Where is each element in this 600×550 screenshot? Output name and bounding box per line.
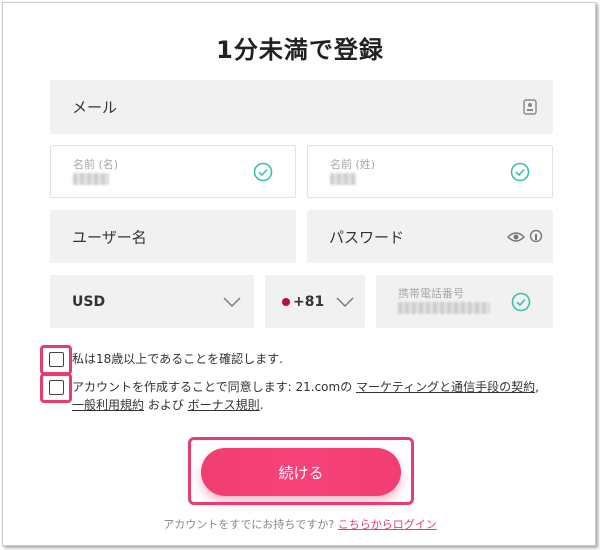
eye-icon[interactable] — [507, 231, 525, 243]
chevron-down-icon — [223, 297, 241, 307]
age-confirm-text: 私は18歳以上であることを確認します. — [72, 352, 283, 366]
last-name-field[interactable]: 名前 (姓) — [307, 145, 553, 198]
email-label: メール — [72, 98, 118, 117]
check-circle-icon — [510, 162, 530, 181]
last-name-label: 名前 (姓) — [330, 158, 376, 171]
password-field[interactable]: パスワード — [307, 210, 553, 263]
contact-card-icon — [523, 99, 537, 115]
continue-button[interactable]: 続ける — [201, 448, 401, 496]
password-label: パスワード — [329, 228, 405, 246]
continue-button-highlight: 続ける — [188, 437, 414, 505]
phone-field[interactable]: 携帯電話番号 — [376, 275, 553, 328]
page-title: 1分未満で登録 — [216, 36, 384, 64]
check-circle-icon — [511, 292, 531, 311]
check-circle-icon — [253, 162, 273, 181]
marketing-agreement-link[interactable]: マーケティングと通信手段の契約 — [356, 380, 535, 394]
phone-value-redacted — [398, 302, 490, 314]
phone-label: 携帯電話番号 — [398, 287, 464, 300]
terms-text: アカウントを作成することで同意します: 21.comの マーケティングと通信手段… — [72, 378, 552, 414]
currency-select[interactable]: USD — [50, 275, 254, 328]
age-confirm-checkbox[interactable] — [49, 352, 64, 367]
terms-separator: , — [535, 380, 539, 394]
login-question: アカウントをすでにお持ちですか? — [163, 518, 338, 531]
country-code-select[interactable]: +81 — [265, 275, 365, 328]
currency-value: USD — [72, 293, 106, 310]
email-field[interactable]: メール — [50, 80, 553, 134]
key-icon[interactable] — [529, 229, 543, 245]
username-field[interactable]: ユーザー名 — [50, 210, 296, 263]
first-name-label: 名前 (名) — [73, 158, 119, 171]
login-link[interactable]: こちらからログイン — [338, 518, 437, 531]
login-prompt: アカウントをすでにお持ちですか? こちらからログイン — [0, 516, 600, 532]
bonus-rules-link[interactable]: ボーナス規則 — [188, 398, 260, 412]
first-name-value-redacted — [73, 173, 109, 185]
username-label: ユーザー名 — [72, 228, 147, 246]
terms-prefix: アカウントを作成することで同意します: 21.comの — [72, 380, 357, 394]
general-terms-link[interactable]: 一般利用規約 — [72, 398, 144, 412]
terms-end: . — [259, 398, 264, 412]
last-name-value-redacted — [330, 173, 356, 185]
chevron-down-icon — [336, 297, 354, 307]
terms-agree-checkbox[interactable] — [49, 380, 64, 395]
japan-flag-icon — [282, 297, 290, 306]
country-code-value: +81 — [293, 293, 325, 310]
first-name-field[interactable]: 名前 (名) — [50, 145, 296, 198]
terms-and: および — [144, 398, 188, 412]
